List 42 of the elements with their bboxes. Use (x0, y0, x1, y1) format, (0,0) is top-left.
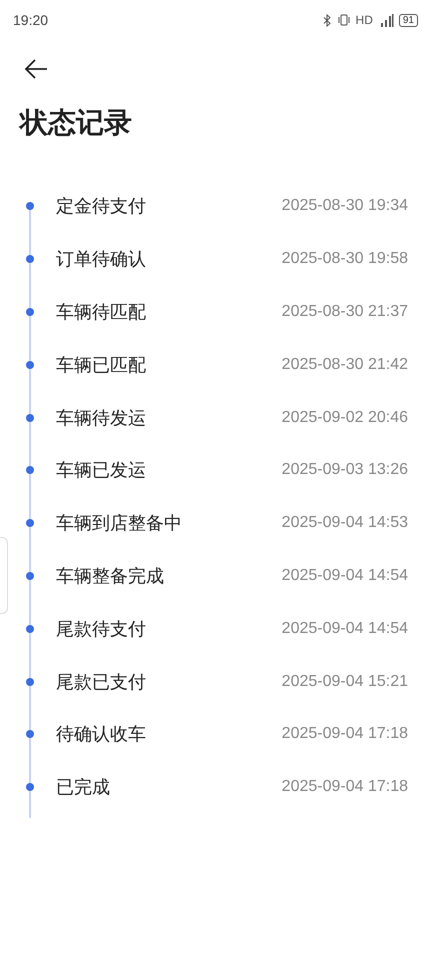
timeline-dot (26, 783, 34, 792)
timeline-dot (26, 678, 34, 686)
timeline-dot (26, 519, 34, 528)
page-title: 状态记录 (20, 105, 133, 141)
timestamp: 2025-09-04 17:18 (282, 778, 408, 796)
status-label: 定金待支付 (56, 195, 147, 218)
timeline-dot (26, 624, 34, 633)
status-label: 车辆已匹配 (56, 354, 147, 377)
status-label: 车辆待发运 (56, 406, 147, 430)
clock: 19:20 (13, 12, 48, 28)
status-label: 尾款已支付 (56, 670, 147, 694)
status-label: 已完成 (56, 776, 111, 800)
status-label: 订单待确认 (56, 248, 147, 272)
timestamp: 2025-09-02 20:46 (282, 408, 408, 427)
bluetooth-icon (322, 14, 332, 26)
timeline-dot (26, 466, 34, 474)
status-label: 车辆到店整备中 (56, 512, 183, 536)
status-label: 车辆待匹配 (56, 300, 147, 324)
timeline-dot (26, 360, 34, 369)
status-label: 车辆整备完成 (56, 564, 165, 588)
timestamp: 2025-09-03 13:26 (282, 461, 408, 480)
timestamp: 2025-08-30 19:58 (282, 250, 408, 268)
timestamp: 2025-09-04 15:21 (282, 672, 408, 691)
timestamp: 2025-09-04 14:54 (282, 620, 408, 638)
vibrate-icon (336, 14, 351, 26)
timeline-dot (26, 202, 34, 210)
timeline-dot (26, 730, 34, 738)
timeline-dot (26, 572, 34, 580)
timestamp: 2025-09-04 17:18 (282, 725, 408, 744)
timestamp: 2025-08-30 21:37 (282, 302, 408, 321)
timeline-dot (26, 255, 34, 264)
battery-indicator: 91 (398, 14, 418, 26)
timestamp: 2025-08-30 19:34 (282, 197, 408, 216)
timeline-dot (26, 308, 34, 316)
status-label: 车辆已发运 (56, 459, 147, 482)
timestamp: 2025-09-04 14:54 (282, 566, 408, 585)
status-label: 待确认收车 (56, 723, 147, 746)
network-label: HD (356, 13, 373, 27)
timestamp: 2025-09-04 14:53 (282, 514, 408, 532)
timestamp: 2025-08-30 21:42 (282, 356, 408, 374)
timeline-dot (26, 414, 34, 422)
status-label: 尾款待支付 (56, 618, 147, 641)
